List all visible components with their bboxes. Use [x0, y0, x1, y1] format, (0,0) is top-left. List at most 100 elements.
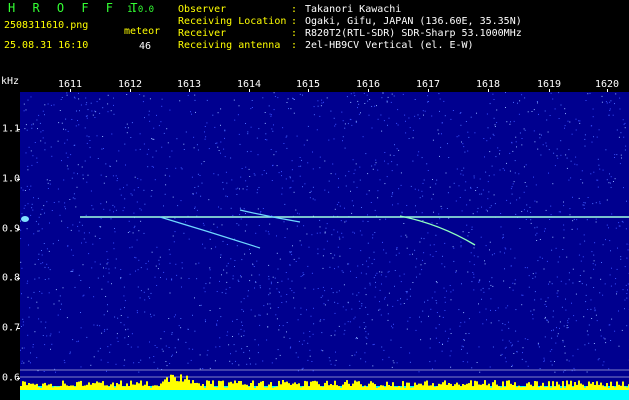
- noise-speck: [90, 102, 92, 104]
- noise-speck: [619, 163, 621, 165]
- noise-speck: [479, 311, 481, 313]
- noise-speck: [578, 254, 580, 256]
- noise-speck: [626, 243, 628, 245]
- level-bar: [60, 385, 62, 390]
- noise-speck: [446, 208, 448, 209]
- noise-speck: [592, 116, 594, 118]
- noise-speck: [596, 320, 598, 322]
- noise-speck: [412, 253, 413, 255]
- noise-speck: [289, 252, 291, 254]
- noise-speck: [44, 149, 46, 151]
- level-bar: [420, 383, 422, 390]
- noise-speck: [80, 366, 82, 368]
- noise-speck: [372, 237, 374, 239]
- noise-speck: [444, 296, 446, 298]
- noise-speck: [420, 237, 422, 239]
- noise-speck: [400, 298, 401, 300]
- noise-speck: [86, 181, 88, 183]
- noise-speck: [461, 210, 463, 212]
- noise-speck: [43, 243, 45, 244]
- noise-speck: [483, 138, 485, 139]
- noise-speck: [293, 292, 295, 294]
- noise-speck: [344, 221, 346, 223]
- noise-speck: [148, 110, 150, 112]
- noise-speck: [311, 272, 313, 274]
- y-unit-label: kHz: [1, 76, 20, 87]
- noise-speck: [106, 370, 107, 372]
- level-bar: [402, 381, 404, 390]
- noise-speck: [517, 102, 518, 104]
- noise-speck: [33, 197, 34, 199]
- noise-speck: [428, 315, 429, 317]
- noise-speck: [38, 223, 40, 225]
- noise-speck: [467, 131, 469, 133]
- noise-speck: [330, 363, 332, 365]
- noise-speck: [588, 342, 590, 344]
- noise-speck: [590, 125, 592, 127]
- level-bar: [466, 383, 468, 390]
- noise-speck: [415, 205, 416, 207]
- noise-speck: [460, 173, 462, 175]
- noise-speck: [70, 271, 72, 272]
- noise-speck: [292, 180, 294, 182]
- noise-speck: [152, 156, 154, 158]
- noise-speck: [576, 219, 578, 221]
- noise-speck: [475, 190, 477, 191]
- level-bar: [206, 380, 208, 390]
- noise-speck: [593, 260, 595, 262]
- noise-speck: [204, 291, 206, 293]
- noise-speck: [133, 227, 135, 229]
- noise-speck: [164, 174, 166, 176]
- noise-speck: [355, 338, 357, 340]
- level-bar: [350, 386, 352, 390]
- noise-speck: [165, 184, 167, 186]
- noise-speck: [416, 276, 417, 278]
- level-bar: [76, 382, 78, 390]
- noise-speck: [86, 135, 88, 137]
- noise-speck: [564, 125, 566, 127]
- noise-speck: [304, 287, 306, 289]
- noise-speck: [409, 254, 411, 256]
- noise-speck: [444, 301, 446, 303]
- noise-speck: [319, 232, 321, 234]
- noise-speck: [498, 320, 500, 322]
- noise-speck: [134, 225, 136, 227]
- noise-speck: [544, 336, 546, 338]
- noise-speck: [434, 360, 436, 362]
- noise-speck: [527, 339, 529, 340]
- noise-speck: [263, 305, 265, 307]
- frequency-axis: kHz 1.1 1.0 0.9 0.8 0.7 0.6: [0, 72, 20, 400]
- noise-speck: [23, 362, 25, 364]
- noise-speck: [97, 277, 99, 279]
- level-bar: [392, 382, 394, 390]
- noise-speck: [32, 346, 34, 348]
- noise-speck: [379, 308, 381, 310]
- noise-speck: [100, 359, 102, 361]
- noise-speck: [74, 198, 76, 200]
- noise-speck: [30, 297, 32, 299]
- noise-speck: [234, 260, 236, 261]
- noise-speck: [277, 282, 279, 283]
- noise-speck: [273, 109, 275, 111]
- noise-speck: [479, 193, 481, 195]
- noise-speck: [286, 228, 288, 230]
- noise-speck: [448, 157, 450, 158]
- noise-speck: [429, 361, 431, 363]
- noise-speck: [569, 214, 571, 216]
- noise-speck: [330, 335, 332, 337]
- noise-speck: [624, 122, 626, 124]
- noise-speck: [149, 297, 151, 299]
- noise-speck: [313, 288, 315, 290]
- noise-speck: [412, 137, 414, 139]
- level-bar: [338, 386, 340, 390]
- level-bar: [100, 382, 102, 390]
- noise-speck: [49, 183, 51, 185]
- level-bar: [446, 384, 448, 390]
- noise-speck: [423, 114, 424, 116]
- noise-speck: [609, 324, 611, 326]
- noise-speck: [394, 270, 396, 271]
- noise-speck: [232, 278, 234, 280]
- noise-speck: [615, 278, 617, 279]
- noise-speck: [582, 182, 584, 184]
- level-bar: [192, 380, 194, 390]
